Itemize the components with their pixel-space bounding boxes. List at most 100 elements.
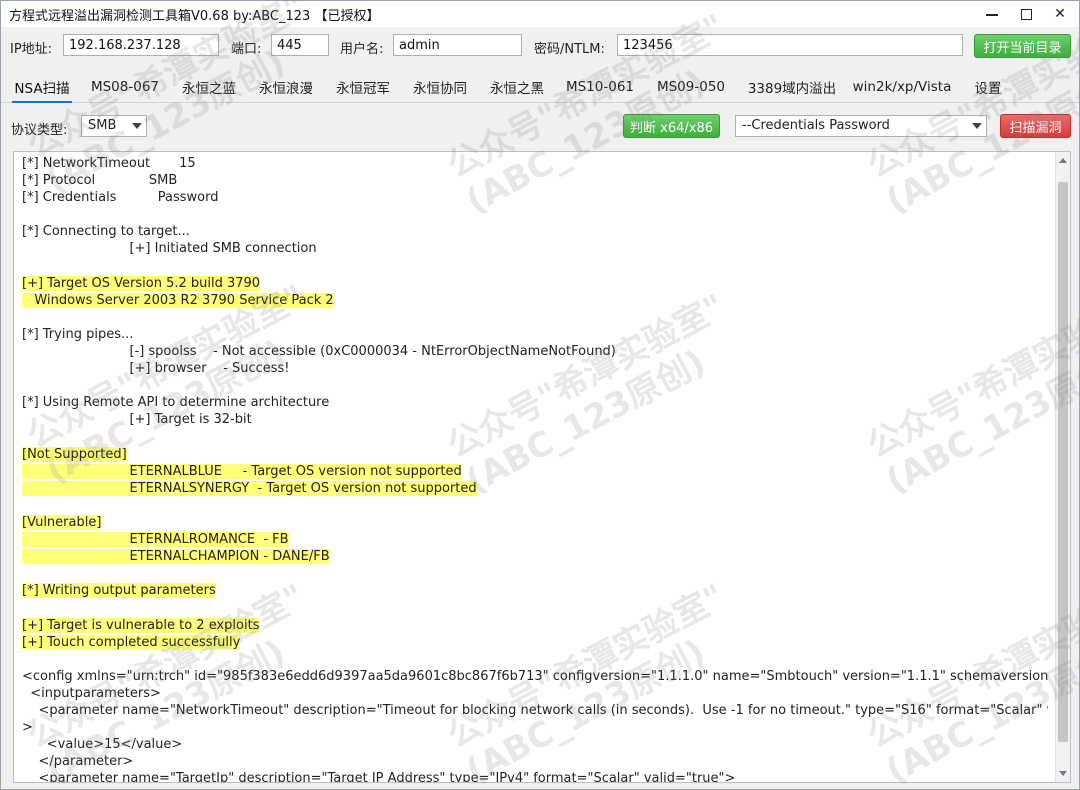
close-button[interactable]: ✕ xyxy=(1043,1,1077,27)
output-line-text: [+] Target is 32-bit xyxy=(22,412,252,428)
protocol-select[interactable]: SMB xyxy=(81,115,147,137)
tab-ms10-061[interactable]: MS10-061 xyxy=(558,71,642,103)
tab-win2k-xp-vista[interactable]: win2k/xp/Vista xyxy=(849,71,955,103)
maximize-button[interactable] xyxy=(1009,1,1043,27)
output-line-text: [*] Connecting to target... xyxy=(22,224,190,240)
ip-label: IP地址: xyxy=(10,42,53,57)
output-line-text: [+] browser - Success! xyxy=(22,361,290,377)
output-line-text: ETERNALROMANCE - FB xyxy=(22,532,289,548)
protocol-row: 协议类型: SMB 判断 x64/x86 --Credentials Passw… xyxy=(1,111,1079,141)
output-line: [*] Using Remote API to determine archit… xyxy=(22,394,1048,411)
output-line: <config xmlns="urn:trch" id="985f383e6ed… xyxy=(22,668,1048,685)
tab-eternalromance[interactable]: 永恒浪漫 xyxy=(251,71,321,103)
output-line-text: ETERNALBLUE - Target OS version not supp… xyxy=(22,463,462,479)
output-line: [+] browser - Success! xyxy=(22,360,1048,377)
output-line-text: [*] Trying pipes... xyxy=(22,326,134,342)
output-line: ETERNALCHAMPION - DANE/FB xyxy=(22,548,1048,565)
output-line-text: > xyxy=(22,720,33,736)
mode-select[interactable]: --Credentials Password xyxy=(735,115,987,137)
output-line-text: [*] Credentials Password xyxy=(22,190,219,206)
protocol-selected: SMB xyxy=(88,118,117,133)
tab-ms09-050[interactable]: MS09-050 xyxy=(649,71,733,103)
output-line: [*] Credentials Password xyxy=(22,189,1048,206)
username-input[interactable] xyxy=(393,34,522,56)
output-line: [*] Trying pipes... xyxy=(22,326,1048,343)
app-window: 方程式远程溢出漏洞检测工具箱V0.68 by:ABC_123 【已授权】 ✕ I… xyxy=(0,0,1080,790)
output-line: Windows Server 2003 R2 3790 Service Pack… xyxy=(22,292,1048,309)
output-line: [+] Touch completed successfully xyxy=(22,634,1048,651)
port-label: 端口: xyxy=(231,42,262,57)
output-line: ETERNALROMANCE - FB xyxy=(22,531,1048,548)
output-line-text: Windows Server 2003 R2 3790 Service Pack… xyxy=(22,292,334,308)
check-arch-button[interactable]: 判断 x64/x86 xyxy=(623,114,720,138)
minimize-icon xyxy=(986,14,998,16)
output-line-text: [Not Supported] xyxy=(22,446,127,462)
tab-nsa-scan[interactable]: NSA扫描 xyxy=(4,71,80,103)
output-line-text: [+] Target is vulnerable to 2 exploits xyxy=(22,617,260,633)
output-line: [-] spoolss - Not accessible (0xC0000034… xyxy=(22,343,1048,360)
scroll-down-icon[interactable] xyxy=(1059,771,1067,776)
tab-eternalblue[interactable]: 永恒之蓝 xyxy=(173,71,245,103)
vertical-scrollbar[interactable] xyxy=(1055,152,1070,782)
output-line-text: [*] Protocol SMB xyxy=(22,173,178,189)
output-line-text: <config xmlns="urn:trch" id="985f383e6ed… xyxy=(22,668,1048,684)
output-line: [+] Target OS Version 5.2 build 3790 xyxy=(22,275,1048,292)
output-line: [Vulnerable] xyxy=(22,514,1048,531)
minimize-button[interactable] xyxy=(975,1,1009,27)
output-line: ETERNALBLUE - Target OS version not supp… xyxy=(22,463,1048,480)
scroll-up-icon[interactable] xyxy=(1059,158,1067,163)
output-line: <value>15</value> xyxy=(22,736,1048,753)
password-input[interactable] xyxy=(617,34,963,56)
ip-input[interactable] xyxy=(63,34,219,56)
tab-eternalchampion[interactable]: 永恒冠军 xyxy=(328,71,398,103)
output-line-text: </parameter> xyxy=(22,754,134,770)
tab-eternalsynergy[interactable]: 永恒协同 xyxy=(405,71,475,103)
window-title: 方程式远程溢出漏洞检测工具箱V0.68 by:ABC_123 【已授权】 xyxy=(9,9,380,24)
open-directory-button[interactable]: 打开当前目录 xyxy=(974,34,1071,58)
output-line: > xyxy=(22,719,1048,736)
output-line: <inputparameters> xyxy=(22,685,1048,702)
output-line: [+] Initiated SMB connection xyxy=(22,240,1048,257)
tab-bar: NSA扫描 MS08-067 永恒之蓝 永恒浪漫 永恒冠军 永恒协同 永恒之黑 … xyxy=(1,71,1079,103)
output-line-text: [*] Using Remote API to determine archit… xyxy=(22,395,330,411)
maximize-icon xyxy=(1020,8,1032,20)
password-label: 密码/NTLM: xyxy=(534,42,605,57)
output-line-text: [Vulnerable] xyxy=(22,514,102,530)
output-text: [*] NetworkTimeout 15 [*] Protocol SMB [*]… xyxy=(22,155,1048,783)
output-line-text: <parameter name="TargetIp" description="… xyxy=(22,771,736,783)
tab-eternaldarkness[interactable]: 永恒之黑 xyxy=(482,71,552,103)
output-line: [*] Writing output parameters xyxy=(22,582,1048,599)
scroll-thumb[interactable] xyxy=(1058,182,1068,742)
output-line: [*] Connecting to target... xyxy=(22,223,1048,240)
port-input[interactable] xyxy=(271,34,329,56)
username-label: 用户名: xyxy=(340,42,384,57)
output-log[interactable]: [*] NetworkTimeout 15 [*] Protocol SMB [*]… xyxy=(13,151,1071,783)
output-line: ETERNALSYNERGY - Target OS version not s… xyxy=(22,480,1048,497)
output-line-text: [+] Initiated SMB connection xyxy=(22,241,317,257)
output-line-text: [*] Writing output parameters xyxy=(22,583,216,599)
output-line: [*] NetworkTimeout 15 xyxy=(22,155,1048,172)
output-line-text: <parameter name="NetworkTimeout" descrip… xyxy=(22,703,1048,718)
tab-settings[interactable]: 设置 xyxy=(961,71,1015,103)
tab-ms08-067[interactable]: MS08-067 xyxy=(85,71,165,103)
output-line: </parameter> xyxy=(22,753,1048,770)
protocol-label: 协议类型: xyxy=(11,123,68,138)
output-line: <parameter name="NetworkTimeout" descrip… xyxy=(22,702,1048,719)
scan-vuln-button[interactable]: 扫描漏洞 xyxy=(1000,114,1071,138)
output-line: [Not Supported] xyxy=(22,446,1048,463)
output-line: [+] Target is 32-bit xyxy=(22,411,1048,428)
tab-3389-domain-overflow[interactable]: 3389域内溢出 xyxy=(740,71,844,103)
output-line-text: [+] Target OS Version 5.2 build 3790 xyxy=(22,275,261,291)
output-line: [*] Protocol SMB xyxy=(22,172,1048,189)
output-line-text: ETERNALCHAMPION - DANE/FB xyxy=(22,549,330,565)
close-icon: ✕ xyxy=(1054,6,1066,22)
output-line-text: [*] NetworkTimeout 15 xyxy=(22,156,196,171)
output-line-text: <inputparameters> xyxy=(22,685,161,701)
title-bar: 方程式远程溢出漏洞检测工具箱V0.68 by:ABC_123 【已授权】 ✕ xyxy=(1,1,1079,27)
